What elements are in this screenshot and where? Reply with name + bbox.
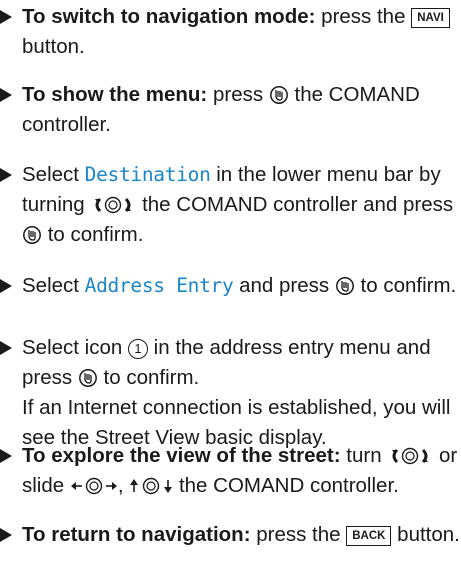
step-1: To switch to navigation mode: press the …	[0, 2, 461, 62]
bullet-arrow-icon	[0, 168, 12, 182]
step-heading: To explore the view of the street:	[22, 444, 341, 467]
instruction-list: To switch to navigation mode: press the …	[0, 0, 461, 573]
bullet-arrow-icon	[0, 449, 12, 463]
controller-turn-icon	[95, 196, 132, 214]
icon-number-1: 1	[127, 339, 148, 359]
controller-press-icon	[78, 369, 97, 387]
step-heading: To switch to navigation mode:	[22, 5, 316, 28]
step-5: Select icon 1 in the address entry menu …	[0, 333, 461, 453]
controller-slide-left-right-icon	[70, 477, 117, 495]
controller-slide-up-down-icon	[130, 477, 173, 495]
step-heading: To show the menu:	[22, 83, 208, 106]
bullet-arrow-icon	[0, 279, 12, 293]
step-7: To return to navigation: press the BACK …	[0, 520, 461, 550]
controller-turn-icon	[392, 447, 429, 465]
bullet-arrow-icon	[0, 528, 12, 542]
step-6: To explore the view of the street: turn …	[0, 441, 461, 501]
bullet-arrow-icon	[0, 10, 12, 24]
back-key: BACK	[346, 526, 392, 546]
controller-press-icon	[269, 86, 288, 104]
step-4: Select Address Entry and press to confir…	[0, 271, 461, 301]
step-heading: To return to navigation:	[22, 523, 251, 546]
bullet-arrow-icon	[0, 88, 12, 102]
menu-item-address-entry: Address Entry	[84, 274, 234, 297]
controller-press-icon	[23, 226, 41, 244]
step-2: To show the menu: press the COMAND contr…	[0, 80, 461, 140]
controller-press-icon	[335, 277, 354, 295]
menu-item-destination: Destination	[84, 163, 211, 186]
bullet-arrow-icon	[0, 341, 12, 355]
step-3: Select Destination in the lower menu bar…	[0, 160, 461, 250]
navi-key: NAVI	[411, 8, 450, 28]
